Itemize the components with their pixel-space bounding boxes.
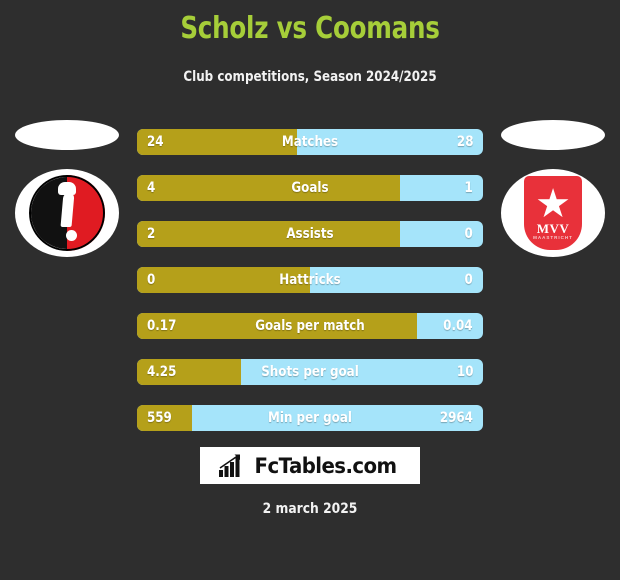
stat-row-min-per-goal: 559 Min per goal 2964 <box>137 405 483 431</box>
stat-row-goals: 4 Goals 1 <box>137 175 483 201</box>
stat-label: Shots per goal <box>261 364 359 380</box>
fctables-logo-text: FcTables.com <box>254 453 397 478</box>
stat-label: Matches <box>281 134 339 150</box>
stat-value-right: 2964 <box>439 410 473 426</box>
crest-ring <box>29 175 105 251</box>
star-icon: ★ <box>535 182 571 226</box>
stat-row-matches: 24 Matches 28 <box>137 129 483 155</box>
stat-row-assists: 2 Assists 0 <box>137 221 483 247</box>
left-team-crest-wrap <box>15 169 119 257</box>
fctables-logo[interactable]: FcTables.com <box>200 447 420 484</box>
right-player-photo-placeholder <box>501 120 605 150</box>
right-team-column: ★ MVV MAASTRICHT <box>488 112 618 292</box>
stat-label: Assists <box>286 226 334 242</box>
date-label: 2 march 2025 <box>262 501 358 517</box>
stat-label: Goals per match <box>255 318 365 334</box>
stat-label: Min per goal <box>268 410 352 426</box>
stat-value-right: 1 <box>464 180 473 196</box>
mvv-maastricht-crest-icon: ★ MVV MAASTRICHT <box>524 176 582 250</box>
stat-row-hattricks: 0 Hattricks 0 <box>137 267 483 293</box>
crest-team-city: MAASTRICHT <box>533 235 573 240</box>
stat-label: Hattricks <box>279 272 341 288</box>
right-team-crest-wrap: ★ MVV MAASTRICHT <box>501 169 605 257</box>
page-subtitle: Club competitions, Season 2024/2025 <box>183 69 437 85</box>
stat-label: Goals <box>291 180 329 196</box>
stat-value-right: 10 <box>456 364 473 380</box>
stats-bar-list: 24 Matches 28 4 Goals 1 2 Assists 0 0 Ha… <box>137 129 483 451</box>
left-player-photo-placeholder <box>15 120 119 150</box>
stat-value-left: 4 <box>147 180 156 196</box>
stat-value-right: 0.04 <box>443 318 473 334</box>
stat-value-left: 24 <box>147 134 164 150</box>
stat-value-right: 28 <box>456 134 473 150</box>
stat-value-right: 0 <box>464 272 473 288</box>
page-title: Scholz vs Coomans <box>180 11 440 46</box>
stat-value-right: 0 <box>464 226 473 242</box>
ajax-crest-icon <box>29 175 105 251</box>
bar-chart-trend-icon <box>218 453 240 477</box>
stat-value-left: 2 <box>147 226 156 242</box>
stat-row-goals-per-match: 0.17 Goals per match 0.04 <box>137 313 483 339</box>
stat-value-left: 0 <box>147 272 156 288</box>
stat-row-shots-per-goal: 4.25 Shots per goal 10 <box>137 359 483 385</box>
left-team-column <box>2 112 132 292</box>
comparison-infographic: Scholz vs Coomans Club competitions, Sea… <box>0 0 620 580</box>
